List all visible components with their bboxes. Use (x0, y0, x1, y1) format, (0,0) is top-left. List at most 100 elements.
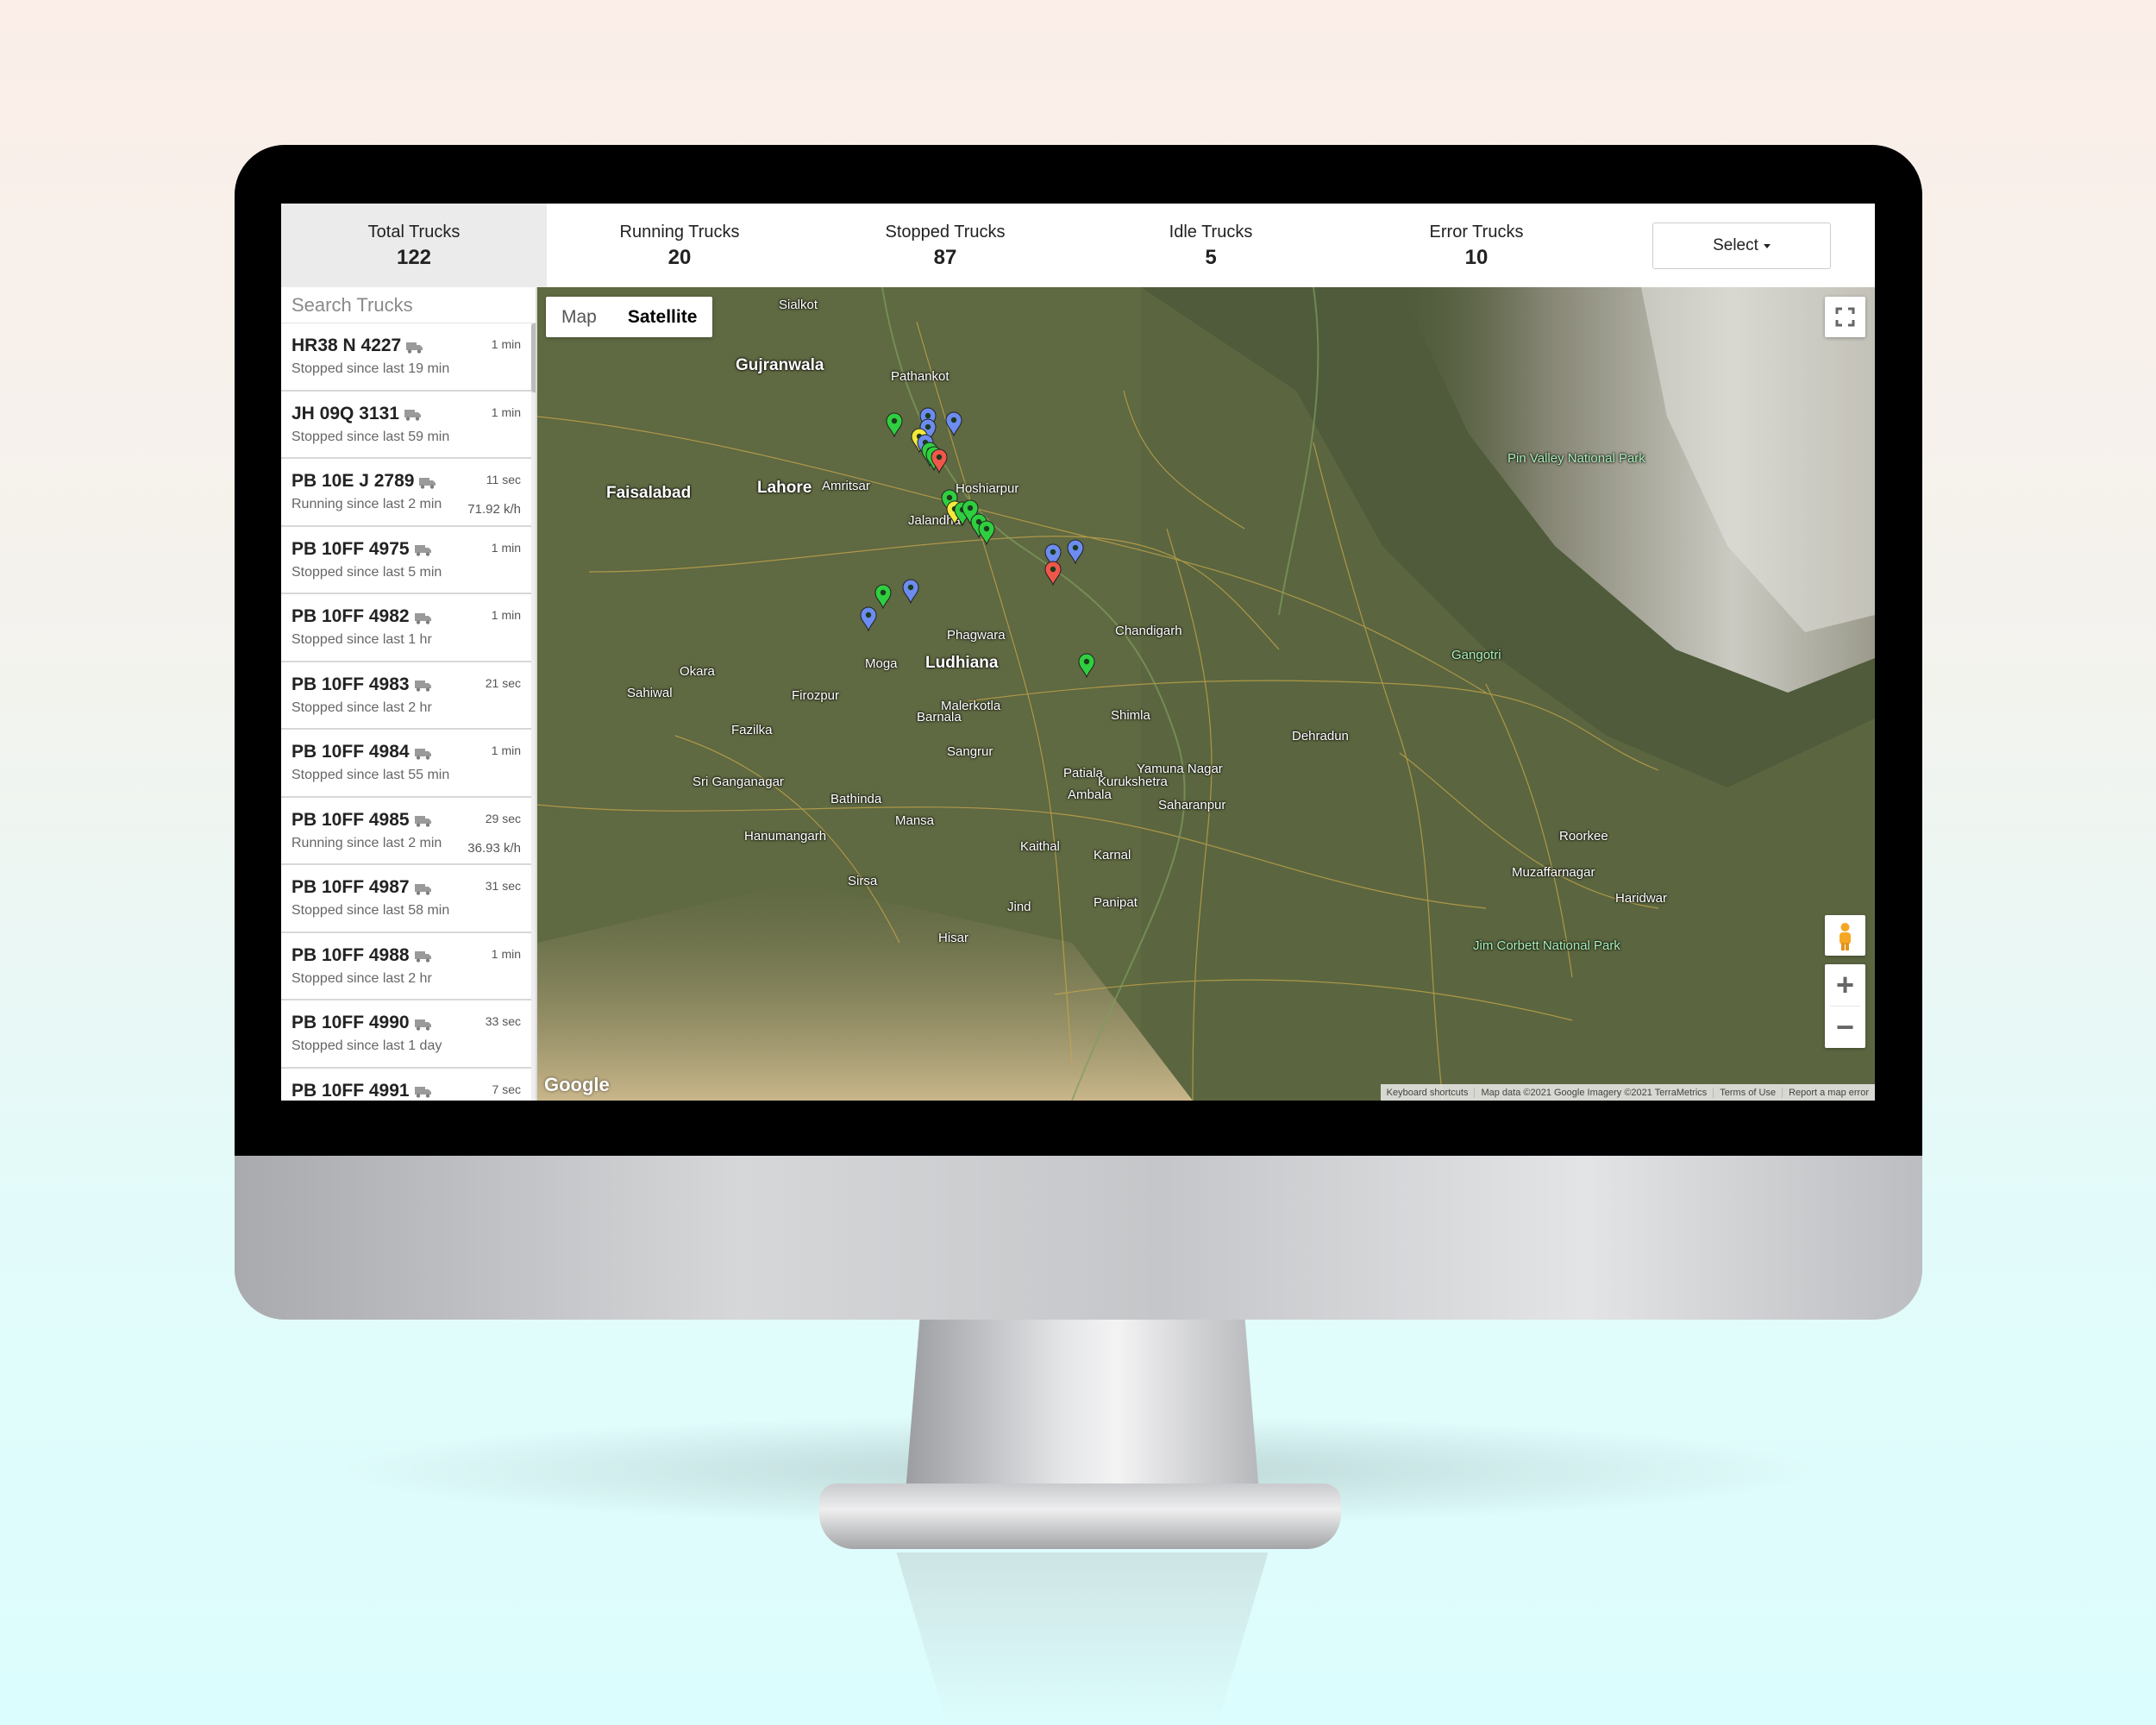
stat-label: Running Trucks (619, 223, 740, 242)
stat-running-trucks[interactable]: Running Trucks 20 (547, 204, 812, 287)
last-update-age: 33 sec (485, 1014, 521, 1028)
truck-plate: PB 10E J 2789 (291, 471, 415, 491)
truck-marker-blue[interactable] (945, 411, 962, 437)
truck-status: Stopped since last 58 min (291, 903, 450, 918)
truck-plate: PB 10FF 4985 (291, 809, 410, 830)
truck-plate: PB 10FF 4988 (291, 944, 410, 965)
truck-icon (414, 748, 431, 760)
app-screen: Total Trucks 122 Running Trucks 20 Stopp… (281, 204, 1875, 1101)
truck-marker-green[interactable] (978, 520, 995, 546)
caret-down-icon (1763, 243, 1771, 248)
stat-value: 122 (396, 246, 432, 269)
stat-label: Stopped Trucks (885, 223, 1006, 242)
truck-marker-green[interactable] (874, 584, 892, 610)
map-type-satellite-button[interactable]: Satellite (612, 297, 713, 337)
truck-marker-blue[interactable] (860, 606, 877, 632)
truck-list-item[interactable]: PB 10FF 4975 1 min Stopped since last 5 mi… (281, 526, 531, 594)
search-trucks-input[interactable] (281, 287, 536, 323)
fullscreen-button[interactable] (1825, 297, 1865, 337)
last-update-age: 1 min (491, 405, 521, 419)
truck-sidebar: HR38 N 4227 1 min Stopped since last 19 mi… (281, 287, 537, 1101)
truck-list-item[interactable]: HR38 N 4227 1 min Stopped since last 19 mi… (281, 323, 531, 392)
truck-plate: HR38 N 4227 (291, 336, 402, 355)
select-dropdown[interactable]: Select (1652, 223, 1831, 269)
truck-list-item[interactable]: PB 10FF 4988 1 min Stopped since last 2 hr (281, 932, 531, 1000)
select-label: Select (1713, 236, 1758, 254)
truck-speed: 71.92 k/h (467, 502, 521, 517)
last-update-age: 1 min (491, 608, 521, 622)
keyboard-shortcuts-link[interactable]: Keyboard shortcuts (1381, 1088, 1475, 1098)
truck-plate: PB 10FF 4975 (291, 538, 410, 559)
last-update-age: 7 sec (492, 1082, 521, 1096)
truck-icon (414, 1087, 431, 1098)
truck-icon (406, 342, 423, 354)
truck-plate: JH 09Q 3131 (291, 403, 399, 423)
stat-error-trucks[interactable]: Error Trucks 10 (1344, 204, 1609, 287)
truck-status: Stopped since last 19 min (291, 361, 450, 376)
stat-value: 10 (1464, 246, 1489, 269)
monitor-stand (906, 1320, 1259, 1492)
truck-marker-red[interactable] (1044, 561, 1062, 586)
stat-stopped-trucks[interactable]: Stopped Trucks 87 (812, 204, 1078, 287)
truck-list-item[interactable]: PB 10FF 4982 1 min Stopped since last 1 hr (281, 594, 531, 662)
google-logo: Google (544, 1074, 610, 1095)
map-attribution: Keyboard shortcuts Map data ©2021 Google… (1380, 1084, 1875, 1101)
stand-reflection (896, 1552, 1269, 1725)
truck-list: HR38 N 4227 1 min Stopped since last 19 mi… (281, 323, 531, 1101)
fullscreen-icon (1835, 307, 1855, 327)
monitor-stand-base (819, 1484, 1341, 1549)
last-update-age: 1 min (491, 540, 521, 555)
last-update-age: 29 sec (485, 811, 521, 825)
monitor-chin (235, 1156, 1922, 1320)
map-type-control: Map Satellite (546, 297, 713, 337)
sidebar-scrollbar[interactable] (531, 323, 536, 1101)
street-view-pegman-button[interactable] (1825, 915, 1865, 956)
truck-list-item[interactable]: PB 10FF 4984 1 min Stopped since last 55 m… (281, 730, 531, 798)
truck-icon (414, 612, 431, 624)
zoom-control: + − (1825, 964, 1865, 1048)
truck-marker-blue[interactable] (1067, 539, 1084, 565)
pegman-icon (1839, 923, 1851, 950)
stat-label: Total Trucks (367, 223, 461, 242)
truck-list-item[interactable]: PB 10FF 4990 33 sec Stopped since last 1 d… (281, 1000, 531, 1069)
map-type-map-button[interactable]: Map (546, 297, 612, 337)
stat-value: 87 (933, 246, 957, 269)
truck-icon (414, 816, 431, 827)
last-update-age: 1 min (491, 946, 521, 961)
truck-icon (414, 545, 431, 556)
truck-status: Stopped since last 59 min (291, 429, 450, 444)
truck-icon (414, 1019, 431, 1031)
truck-plate: PB 10FF 4991 (291, 1080, 410, 1101)
stats-bar: Total Trucks 122 Running Trucks 20 Stopp… (281, 204, 1875, 287)
truck-list-item[interactable]: PB 10FF 4991 7 sec (281, 1068, 531, 1101)
truck-list-item[interactable]: PB 10FF 4985 29 sec Running since last 2 m… (281, 797, 531, 865)
truck-marker-green[interactable] (886, 412, 903, 438)
terms-of-use-link[interactable]: Terms of Use (1713, 1087, 1782, 1098)
truck-status: Stopped since last 5 min (291, 564, 442, 580)
last-update-age: 21 sec (485, 675, 521, 690)
stat-idle-trucks[interactable]: Idle Trucks 5 (1078, 204, 1344, 287)
map-view[interactable]: Gujranwala Sialkot Faisalabad Lahore Amritsa… (537, 287, 1875, 1101)
truck-list-item[interactable]: JH 09Q 3131 1 min Stopped since last 59 mi… (281, 391, 531, 459)
truck-marker-green[interactable] (1078, 653, 1095, 679)
stat-total-trucks[interactable]: Total Trucks 122 (281, 204, 547, 287)
stat-label: Error Trucks (1429, 223, 1524, 242)
scrollbar-thumb[interactable] (531, 323, 536, 392)
truck-list-item[interactable]: PB 10FF 4983 21 sec Stopped since last 2 h… (281, 662, 531, 730)
truck-plate: PB 10FF 4983 (291, 674, 410, 694)
truck-icon (419, 477, 436, 489)
truck-plate: PB 10FF 4982 (291, 606, 410, 626)
truck-marker-blue[interactable] (902, 579, 919, 605)
zoom-in-button[interactable]: + (1825, 964, 1865, 1006)
truck-plate: PB 10FF 4984 (291, 742, 410, 762)
truck-icon (414, 681, 431, 692)
truck-speed: 36.93 k/h (467, 840, 521, 856)
truck-list-item[interactable]: PB 10FF 4987 31 sec Stopped since last 58 … (281, 865, 531, 933)
map-data-text: Map data ©2021 Google Imagery ©2021 Terr… (1474, 1087, 1713, 1098)
last-update-age: 11 sec (486, 473, 521, 486)
truck-icon (414, 951, 431, 963)
truck-list-item[interactable]: PB 10E J 2789 11 sec Running since last 2 … (281, 459, 531, 527)
last-update-age: 31 sec (485, 879, 521, 893)
zoom-out-button[interactable]: − (1825, 1007, 1865, 1048)
report-map-error-link[interactable]: Report a map error (1782, 1087, 1875, 1098)
